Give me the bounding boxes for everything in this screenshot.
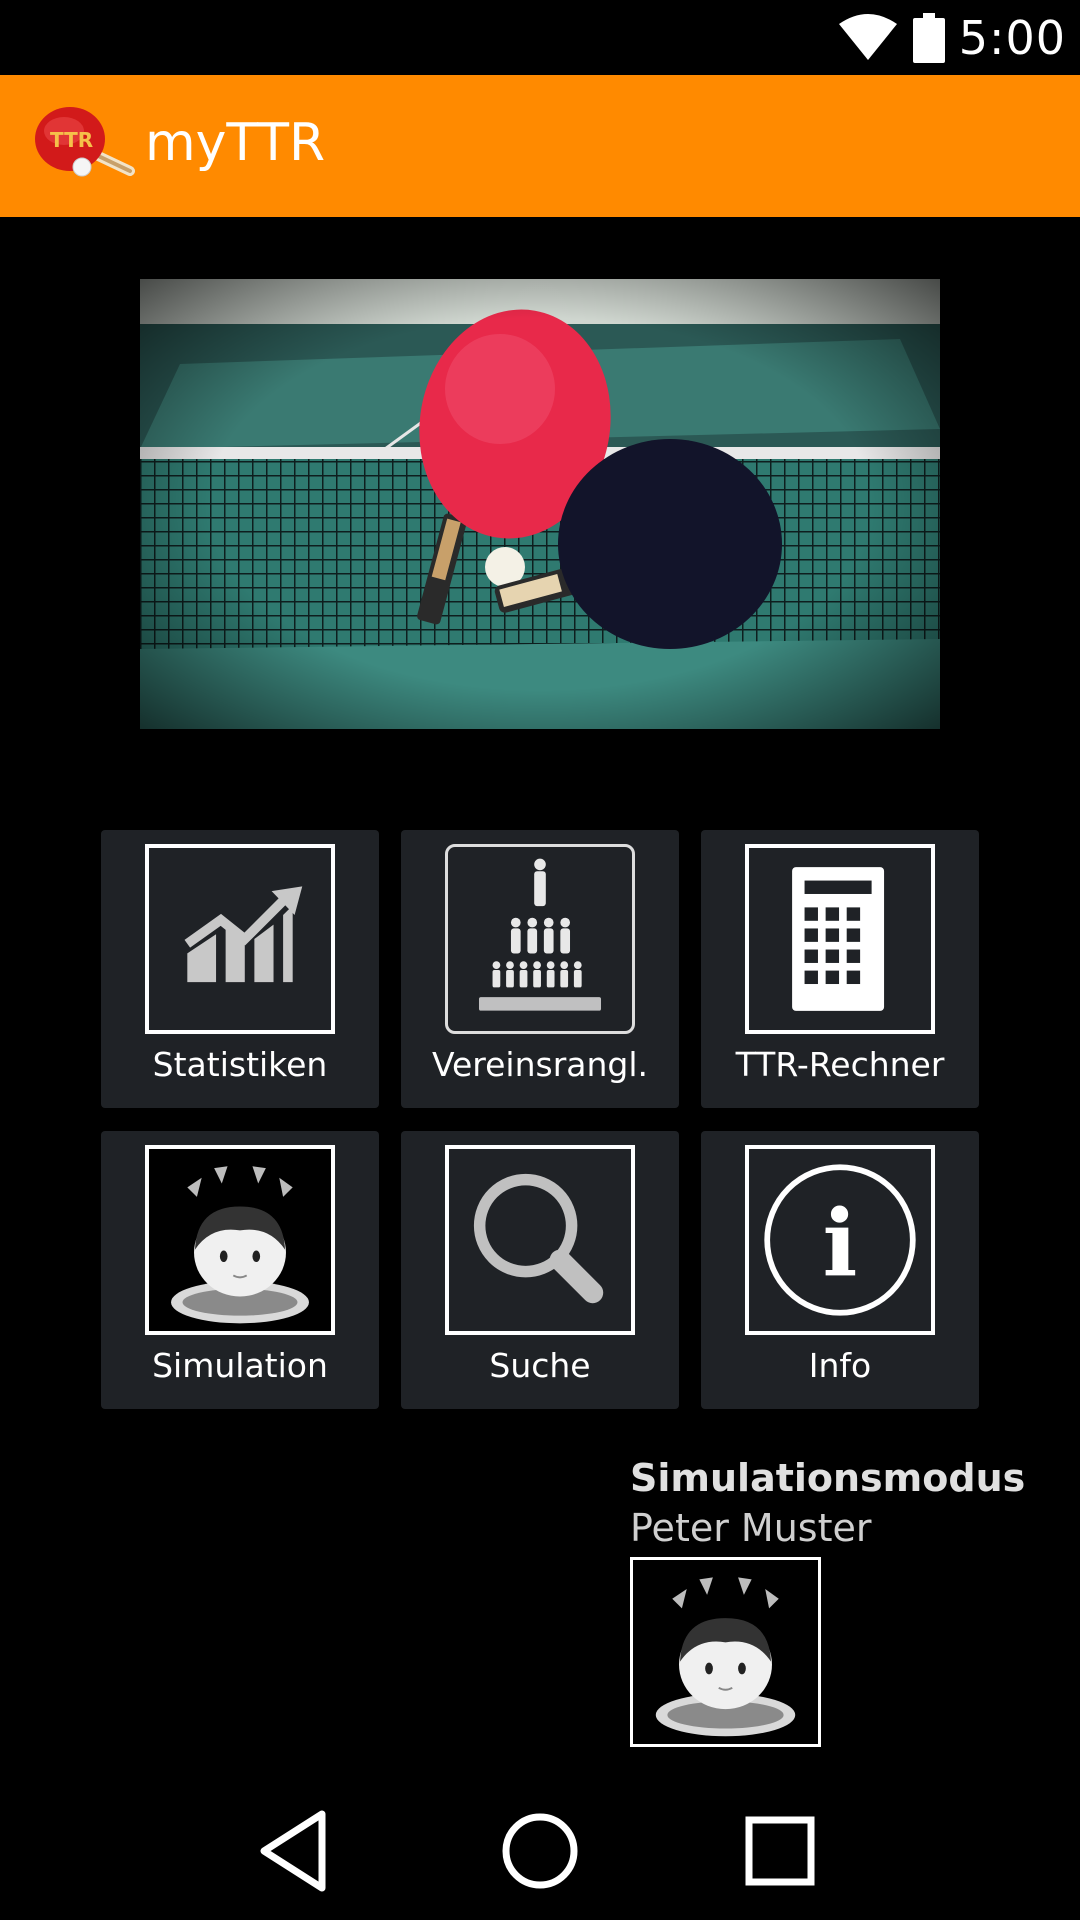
status-time: 5:00: [958, 11, 1066, 65]
simulation-avatar[interactable]: [630, 1557, 821, 1747]
simulation-mode-label: Simulationsmodus: [630, 1456, 1026, 1500]
tile-label: Vereinsrangl.: [431, 1045, 649, 1084]
tile-statistiken[interactable]: Statistiken: [101, 830, 379, 1108]
battery-icon: [912, 13, 945, 63]
tile-label: Statistiken: [152, 1045, 328, 1084]
statistics-chart-icon: [145, 844, 335, 1034]
info-icon: i: [745, 1145, 935, 1335]
status-icons: 5:00: [837, 8, 1066, 68]
recents-icon[interactable]: [735, 1806, 825, 1896]
navigation-bar: [0, 1776, 1080, 1920]
status-bar: 5:00: [0, 0, 1080, 75]
wifi-icon: [838, 14, 897, 60]
club-ranking-pyramid-icon: [445, 844, 635, 1034]
hero-image: [140, 279, 940, 729]
calculator-icon: [745, 844, 935, 1034]
svg-text:i: i: [823, 1189, 858, 1297]
tile-label: TTR-Rechner: [735, 1045, 945, 1084]
app-bar: TTR myTTR: [0, 75, 1080, 217]
simulation-user-name: Peter Muster: [630, 1506, 872, 1550]
home-icon[interactable]: [495, 1806, 585, 1896]
tile-suche[interactable]: Suche: [401, 1131, 679, 1409]
search-icon: [445, 1145, 635, 1335]
tile-info[interactable]: i Info: [701, 1131, 979, 1409]
ttr-paddle-logo-icon: TTR: [35, 107, 135, 177]
tile-label: Simulation: [152, 1346, 328, 1385]
tile-ttr-rechner[interactable]: TTR-Rechner: [701, 830, 979, 1108]
tile-label: Suche: [489, 1346, 591, 1385]
tile-label: Info: [808, 1346, 872, 1385]
tile-vereinsrangl[interactable]: Vereinsrangl.: [401, 830, 679, 1108]
back-icon[interactable]: [252, 1806, 342, 1896]
app-title: myTTR: [145, 113, 326, 173]
simulation-person-icon: [655, 1577, 796, 1737]
simulation-person-icon: [145, 1145, 335, 1335]
svg-text:TTR: TTR: [50, 128, 93, 152]
tile-simulation[interactable]: Simulation: [101, 1131, 379, 1409]
